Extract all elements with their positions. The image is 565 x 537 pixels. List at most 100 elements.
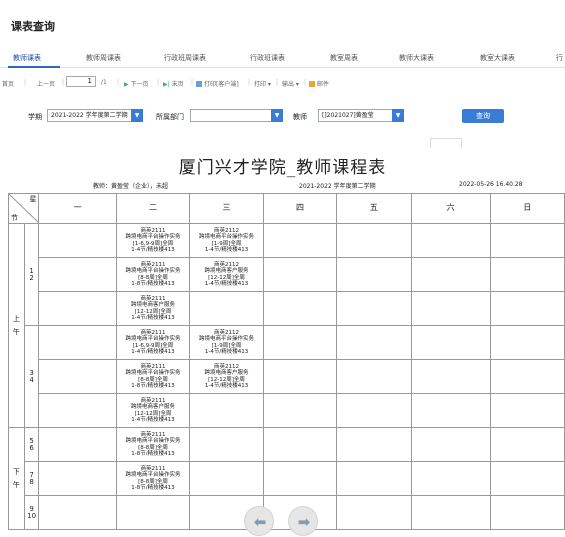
table-cell	[336, 257, 412, 292]
course-cell[interactable]: 商英2112 跨境电商平台操作实务 [1-9周]全周 1-4节/精技楼413	[189, 223, 264, 258]
day-header-sat: 六	[410, 193, 491, 224]
next-arrow-button[interactable]: ➡	[288, 506, 318, 536]
day-header-fri: 五	[336, 193, 412, 224]
course-cell[interactable]: 商英2111 跨境电商客户服务 [12-12周]全周 1-4节/精技楼413	[115, 291, 191, 326]
arrow-left-icon: ⬅	[253, 513, 267, 531]
table-cell	[189, 461, 264, 496]
table-cell	[336, 461, 412, 496]
table-cell	[410, 325, 491, 360]
printer-icon	[196, 81, 202, 87]
table-cell	[489, 427, 565, 462]
tab-more[interactable]: 行	[556, 53, 563, 63]
period-3-4: 3 4	[23, 325, 40, 428]
course-cell[interactable]: 商英2112 跨境电商客户服务 [12-12周]全周 1-4节/精技楼413	[189, 257, 264, 292]
table-cell	[262, 325, 338, 360]
dept-select[interactable]: ▼	[190, 109, 283, 122]
course-cell[interactable]: 商英2111 跨境电商平台操作实务 [8-8周]全周 1-8节/精技楼413	[115, 427, 191, 462]
table-cell	[410, 461, 491, 496]
day-header-tue: 二	[115, 193, 191, 224]
course-cell[interactable]: 商英2111 跨境电商平台操作实务 [8-8周]全周 1-8节/精技楼413	[115, 461, 191, 496]
teacher-label: 教师	[293, 113, 307, 121]
session-morning: 上 午	[8, 223, 25, 428]
teacher-select[interactable]: []2021027]黄盈莹 ▼	[318, 109, 404, 122]
course-cell[interactable]: 商英2112 跨境电商平台操作实务 [1-9周]全周 1-4节/精技楼413	[189, 325, 264, 360]
table-cell	[410, 393, 491, 428]
table-cell	[38, 325, 117, 360]
course-cell[interactable]: 商英2111 跨境电商平台操作实务 [1-6,9-9周]全周 1-4节/精技楼4…	[115, 325, 191, 360]
table-cell	[410, 291, 491, 326]
table-cell	[410, 223, 491, 258]
prev-arrow-button[interactable]: ⬅	[244, 506, 274, 536]
print-timestamp: 2022-05-26 16.40.28	[459, 181, 523, 188]
report-title: 厦门兴才学院_教师课程表	[178, 158, 387, 178]
export-button[interactable]: 输出 ▾	[282, 79, 299, 88]
floating-nav: ⬅ ➡	[0, 506, 565, 537]
first-page-button[interactable]: 首页	[2, 79, 14, 88]
schedule-table: 星 节 一 二 三 四 五 六 日 上 午 1 2 商英2111 跨境电商平台操…	[7, 193, 565, 530]
active-tab-indicator	[8, 66, 60, 68]
table-cell	[489, 257, 565, 292]
term-select[interactable]: 2021-2022 学年度第二学期 ▼	[47, 109, 143, 122]
table-cell	[336, 291, 412, 326]
query-button[interactable]: 查询	[462, 109, 504, 123]
tab-bar: 教师课表 教师周课表 行政班周课表 行政班课表 教室周表 教师大课表 教室大课表…	[0, 50, 565, 68]
tab-room-master[interactable]: 教室大课表	[480, 53, 515, 63]
table-cell	[410, 427, 491, 462]
last-page-button[interactable]: ▶| 末页	[163, 79, 184, 88]
table-cell	[336, 359, 412, 394]
table-cell	[38, 427, 117, 462]
period-5-6: 5 6	[23, 427, 40, 462]
period-1-2: 1 2	[23, 223, 40, 326]
page-number-input[interactable]: 1	[66, 76, 96, 87]
course-cell[interactable]: 商英2112 跨境电商客户服务 [12-12周]全周 1-4节/精技楼413	[189, 359, 264, 394]
play-icon: ▶	[124, 81, 129, 88]
table-cell	[489, 461, 565, 496]
tab-teacher-weekly[interactable]: 教师周课表	[86, 53, 121, 63]
filter-bar: 学期 2021-2022 学年度第二学期 ▼ 所属部门 ▼ 教师 []20210…	[0, 108, 565, 124]
table-cell	[262, 427, 338, 462]
day-header-thu: 四	[262, 193, 338, 224]
table-corner: 星 节	[7, 193, 40, 224]
chevron-down-icon: ▼	[271, 109, 283, 122]
tab-class-schedule[interactable]: 行政班课表	[250, 53, 285, 63]
table-cell	[336, 393, 412, 428]
table-cell	[38, 223, 117, 258]
page: 课表查询 教师课表 教师周课表 行政班周课表 行政班课表 教室周表 教师大课表 …	[0, 0, 565, 537]
print-button[interactable]: 打印 ▾	[254, 79, 271, 88]
course-cell[interactable]: 商英2111 跨境电商平台操作实务 [1-6,9-9周]全周 1-4节/精技楼4…	[115, 223, 191, 258]
table-cell	[410, 359, 491, 394]
table-cell	[189, 427, 264, 462]
table-cell	[489, 359, 565, 394]
table-cell	[489, 291, 565, 326]
report-toolbar: 首页 | 上一页 | 1 /1 | ▶ 下一页 | ▶| 末页 | 打印[客户端…	[2, 76, 330, 88]
tab-room-weekly[interactable]: 教室周表	[330, 53, 358, 63]
table-cell	[38, 461, 117, 496]
print-client-button[interactable]: 打印[客户端]	[196, 79, 239, 88]
table-cell	[336, 223, 412, 258]
dept-label: 所属部门	[156, 113, 184, 121]
collapse-handle[interactable]	[430, 138, 462, 148]
day-header-sun: 日	[489, 193, 565, 224]
tab-class-weekly[interactable]: 行政班周课表	[164, 53, 206, 63]
teacher-info: 教师：黄盈莹（企业），未超	[93, 183, 169, 190]
table-cell	[262, 257, 338, 292]
course-cell[interactable]: 商英2111 跨境电商平台操作实务 [8-8周]全周 1-8节/精技楼413	[115, 359, 191, 394]
tab-teacher-master[interactable]: 教师大课表	[399, 53, 434, 63]
table-cell	[38, 291, 117, 326]
table-cell	[489, 393, 565, 428]
tab-teacher-schedule[interactable]: 教师课表	[13, 53, 41, 63]
course-cell[interactable]: 商英2111 跨境电商客户服务 [12-12周]全周 1-4节/精技楼413	[115, 393, 191, 428]
table-cell	[489, 223, 565, 258]
course-cell[interactable]: 商英2111 跨境电商平台操作实务 [8-8周]全周 1-8节/精技楼413	[115, 257, 191, 292]
table-cell	[38, 393, 117, 428]
mail-icon	[309, 81, 315, 87]
table-cell	[38, 257, 117, 292]
page-total: /1	[101, 79, 107, 86]
arrow-right-icon: ➡	[297, 513, 311, 531]
page-title: 课表查询	[11, 20, 55, 33]
mail-button[interactable]: 邮件	[309, 79, 329, 88]
next-page-button[interactable]: ▶ 下一页	[124, 79, 149, 88]
prev-page-button[interactable]: 上一页	[37, 79, 55, 88]
table-cell	[336, 427, 412, 462]
table-cell	[410, 257, 491, 292]
